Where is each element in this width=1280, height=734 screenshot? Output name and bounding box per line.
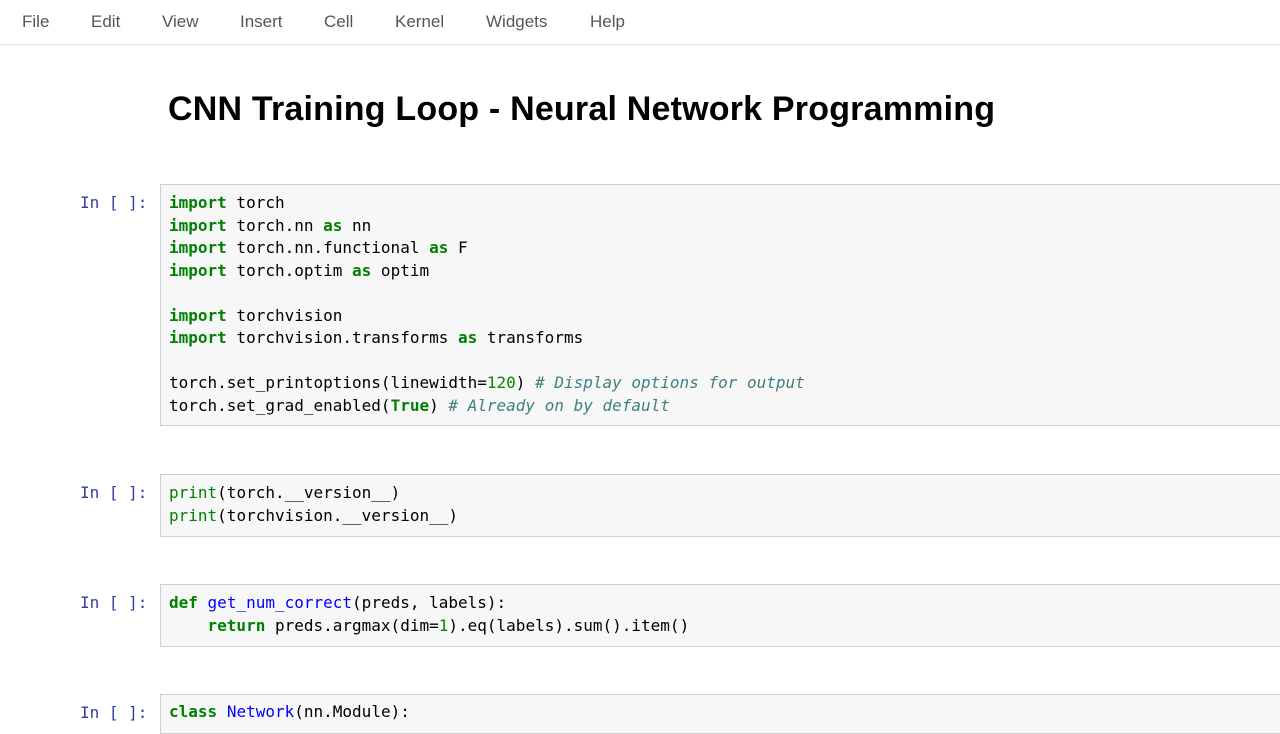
menu-edit[interactable]: Edit (91, 12, 120, 32)
cell-2-code[interactable]: print(torch.__version__) print(torchvisi… (169, 482, 458, 527)
menu-insert[interactable]: Insert (240, 12, 283, 32)
cell-4-prompt: In [ ]: (80, 703, 148, 722)
code-line: print(torchvision.__version__) (169, 505, 458, 525)
cell-3-code[interactable]: def get_num_correct(preds, labels): retu… (169, 592, 689, 637)
code-line: import torch.nn.functional as F (169, 238, 468, 257)
code-line: return preds.argmax(dim=1).eq(labels).su… (207, 615, 690, 635)
code-line: import torchvision.transforms as transfo… (169, 328, 584, 347)
cell-2-prompt: In [ ]: (80, 483, 148, 502)
code-line: import torch.optim as optim (169, 260, 430, 280)
menu-widgets[interactable]: Widgets (486, 12, 547, 32)
code-line: def get_num_correct(preds, labels): (169, 593, 507, 612)
code-line: import torch (169, 193, 285, 212)
menu-file[interactable]: File (22, 12, 49, 32)
menu-view[interactable]: View (162, 12, 199, 32)
menu-kernel[interactable]: Kernel (395, 12, 444, 32)
cell-4-code[interactable]: class Network(nn.Module): (169, 701, 410, 724)
code-line: import torch.nn as nn (169, 215, 372, 235)
code-line: import torchvision (169, 305, 343, 325)
code-line: class Network(nn.Module): (169, 702, 410, 721)
menu-bar: File Edit View Insert Cell Kernel Widget… (0, 0, 1280, 45)
cell-1-code[interactable]: import torch import torch.nn as nn impor… (169, 192, 805, 417)
code-line: print(torch.__version__) (169, 483, 401, 502)
notebook-title: CNN Training Loop - Neural Network Progr… (168, 90, 996, 128)
cell-1-prompt: In [ ]: (80, 193, 148, 212)
cell-3-prompt: In [ ]: (80, 593, 148, 612)
code-line: torch.set_printoptions(linewidth=120) # … (169, 373, 805, 392)
menu-cell[interactable]: Cell (324, 12, 353, 32)
code-line: torch.set_grad_enabled(True) # Already o… (169, 395, 670, 415)
menu-help[interactable]: Help (590, 12, 625, 32)
